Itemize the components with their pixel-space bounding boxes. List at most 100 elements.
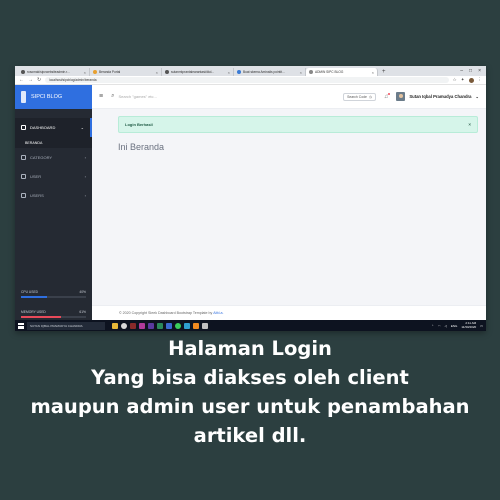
search-area: ⌕ Search "games" etc... xyxy=(111,93,335,100)
chevron-down-icon: ⌄ xyxy=(80,125,84,130)
chevron-down-icon: ⌄ xyxy=(475,94,479,99)
search-code-button[interactable]: Search Code ◷ xyxy=(343,92,376,101)
caption: Halaman Login Yang bisa diakses oleh cli… xyxy=(0,334,500,450)
clock[interactable]: 2:11 AM 11/30/2020 xyxy=(461,321,476,329)
sidebar-menu: DASHBOARD ⌄ BERANDA CATEGORY › USER › US… xyxy=(15,118,92,205)
app-icon[interactable] xyxy=(130,322,136,329)
github-icon xyxy=(165,70,169,74)
topbar: ≡ ⌕ Search "games" etc... Search Code ◷ … xyxy=(92,85,486,109)
language-indicator[interactable]: ENG xyxy=(451,324,458,328)
browser-tab[interactable]: Beranda Portal × xyxy=(90,68,162,76)
close-tab-icon[interactable]: × xyxy=(228,70,230,75)
close-tab-icon[interactable]: × xyxy=(84,70,86,75)
back-icon[interactable]: ← xyxy=(19,77,24,83)
browser-tab-active[interactable]: ADMIN SIPC BLOG × xyxy=(306,68,378,76)
users-icon xyxy=(21,193,26,198)
github-icon xyxy=(21,70,25,74)
whatsapp-icon[interactable] xyxy=(175,322,181,329)
chevron-right-icon: › xyxy=(84,155,86,160)
taskbar-search[interactable]: SUTAN IQBAL PRAMUDYA CHANDRA xyxy=(27,321,105,330)
browser-tab[interactable]: rosomak/sipcwebsiteadmin.r... × xyxy=(18,68,90,76)
hamburger-icon[interactable]: ≡ xyxy=(99,93,103,100)
footer: © 2020 Copyright Sleek Dashboard Bootstr… xyxy=(92,305,486,320)
brand[interactable]: SIPCI BLOG xyxy=(15,85,92,109)
new-tab-icon[interactable]: + xyxy=(378,68,390,76)
sidebar-item-user[interactable]: USER › xyxy=(15,167,92,186)
search-input[interactable]: Search "games" etc... xyxy=(118,94,156,99)
maximize-icon[interactable]: □ xyxy=(469,68,472,74)
close-icon[interactable]: × xyxy=(468,122,471,127)
content: Login Berhasil × Ini Beranda xyxy=(92,109,486,152)
dashboard-icon xyxy=(21,125,26,130)
caption-line: Yang bisa diakses oleh client xyxy=(91,366,409,389)
footer-link[interactable]: Alfd.a. xyxy=(213,311,223,315)
windows-taskbar: SUTAN IQBAL PRAMUDYA CHANDRA ⌃ ◠ ◁ ENG 2… xyxy=(15,320,486,331)
chrome-icon[interactable] xyxy=(121,322,127,329)
url-input[interactable]: localhost/sipcblog/admin/beranda xyxy=(45,77,449,83)
wifi-icon[interactable]: ◠ xyxy=(438,324,441,328)
sidebar-subitem-beranda[interactable]: BERANDA xyxy=(15,137,92,148)
notification-dot xyxy=(387,92,391,95)
file-explorer-icon[interactable] xyxy=(112,322,118,329)
admin-app: SIPCI BLOG DASHBOARD ⌄ BERANDA CATEGORY … xyxy=(15,85,486,320)
forward-icon[interactable]: → xyxy=(28,77,33,83)
category-icon xyxy=(21,155,26,160)
memory-stat: MEMORY USED 61% xyxy=(21,310,86,318)
menu-dots-icon[interactable]: ⋮ xyxy=(478,77,483,83)
screenshot-frame: rosomak/sipcwebsiteadmin.r... × Beranda P… xyxy=(15,66,486,331)
reload-icon[interactable]: ↻ xyxy=(37,77,41,83)
memory-progress-bar xyxy=(21,316,86,318)
user-name: Sutan Iqbal Pramudya Chandra xyxy=(409,94,472,99)
app-icon[interactable] xyxy=(166,322,172,329)
chevron-right-icon: › xyxy=(84,193,86,198)
page-title: Ini Beranda xyxy=(118,142,165,152)
brand-logo-icon xyxy=(21,91,26,103)
app-icon[interactable] xyxy=(139,322,145,329)
site-icon xyxy=(237,70,241,74)
sidebar-item-users[interactable]: USERS › xyxy=(15,186,92,205)
caption-line: artikel dll. xyxy=(193,424,307,447)
user-icon xyxy=(21,174,26,179)
search-icon: ⌕ xyxy=(111,93,115,99)
profile-avatar[interactable] xyxy=(468,77,474,83)
success-alert: Login Berhasil × xyxy=(118,116,478,133)
sidebar: SIPCI BLOG DASHBOARD ⌄ BERANDA CATEGORY … xyxy=(15,85,92,320)
address-bar: ← → ↻ localhost/sipcblog/admin/beranda ☆… xyxy=(15,76,486,85)
close-tab-icon[interactable]: × xyxy=(156,70,158,75)
windows-start-icon[interactable] xyxy=(18,322,24,329)
window-controls: – □ × xyxy=(455,68,486,76)
notification-center-icon[interactable]: ▭ xyxy=(480,324,483,328)
volume-icon[interactable]: ◁ xyxy=(445,324,447,328)
minimize-icon[interactable]: – xyxy=(460,68,463,74)
close-tab-icon[interactable]: × xyxy=(372,70,374,75)
bell-icon[interactable]: ♫ xyxy=(384,92,391,100)
app-icon[interactable] xyxy=(184,322,190,329)
taskbar-apps xyxy=(112,322,208,329)
alert-text: Login Berhasil xyxy=(125,122,153,127)
caption-line: maupun admin user untuk penambahan xyxy=(30,395,470,418)
user-menu[interactable]: Sutan Iqbal Pramudya Chandra ⌄ xyxy=(396,92,479,101)
code-icon: ◷ xyxy=(368,94,372,99)
app-icon[interactable] xyxy=(202,322,208,329)
brand-name: SIPCI BLOG xyxy=(31,94,63,100)
app-icon[interactable] xyxy=(148,322,154,329)
vlc-icon[interactable] xyxy=(193,322,199,329)
caption-line: Halaman Login xyxy=(168,337,332,360)
tray-arrow-icon[interactable]: ⌃ xyxy=(431,324,434,328)
chevron-right-icon: › xyxy=(84,174,86,179)
browser-tab-strip: rosomak/sipcwebsiteadmin.r... × Beranda P… xyxy=(15,66,486,76)
sidebar-item-dashboard[interactable]: DASHBOARD ⌄ xyxy=(15,118,92,137)
browser-tab[interactable]: sutanrrkprantalearantasi/dkd... × xyxy=(162,68,234,76)
extensions-icon[interactable]: ✦ xyxy=(461,77,465,83)
star-icon[interactable]: ☆ xyxy=(453,77,457,83)
globe-icon xyxy=(309,70,313,74)
avatar xyxy=(396,92,406,101)
browser-tab[interactable]: Buat skema Aminalis pointit... × xyxy=(234,68,306,76)
site-icon xyxy=(93,70,97,74)
app-icon[interactable] xyxy=(157,322,163,329)
sidebar-item-category[interactable]: CATEGORY › xyxy=(15,148,92,167)
close-tab-icon[interactable]: × xyxy=(300,70,302,75)
cpu-stat: CPU USED 40% xyxy=(21,290,86,298)
system-tray: ⌃ ◠ ◁ ENG 2:11 AM 11/30/2020 ▭ xyxy=(431,321,483,329)
close-window-icon[interactable]: × xyxy=(478,68,481,74)
